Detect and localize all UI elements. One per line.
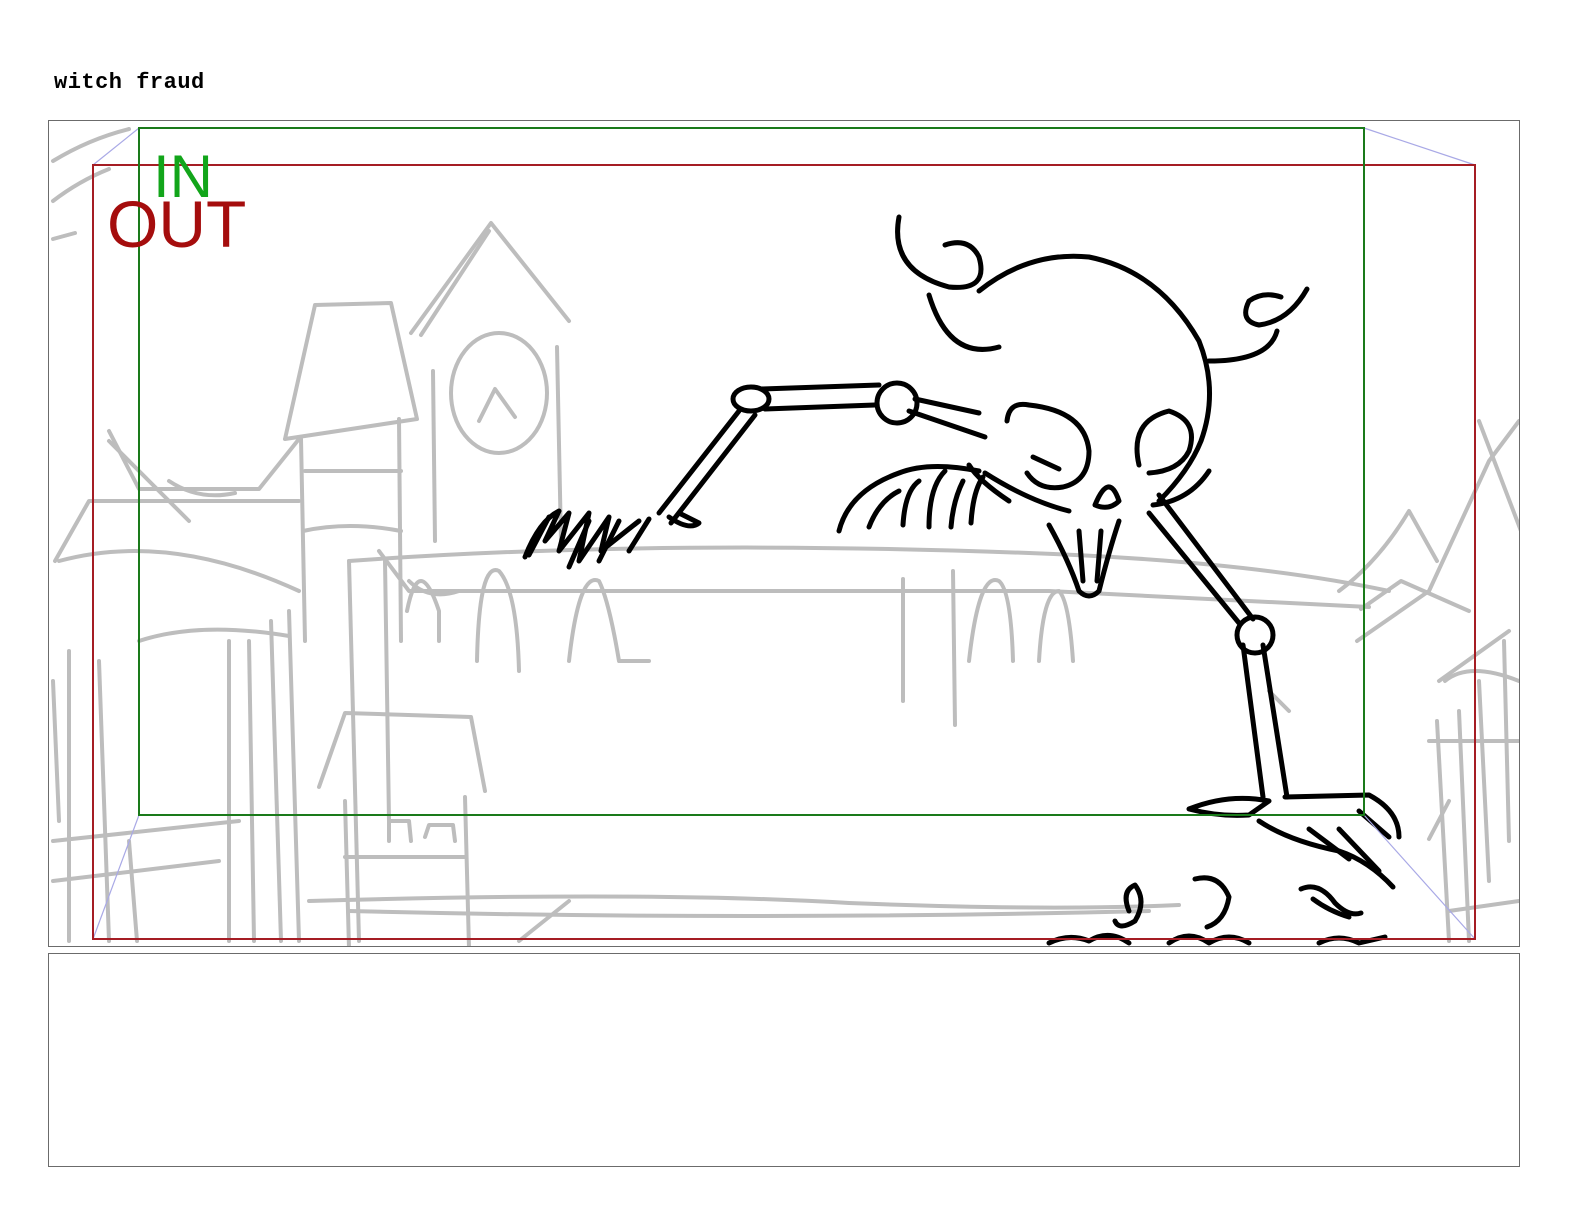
panel-drawing [51,127,1519,946]
camera-move-guides [92,127,1476,940]
storyboard-panel: IN OUT [48,120,1520,947]
out-frame [92,164,1476,940]
skeleton-creature-ink [522,214,1402,946]
out-label: OUT [107,187,247,261]
background-town-sketch [51,127,1519,946]
scene-title: witch fraud [54,70,205,95]
panel-notes-box[interactable] [48,953,1520,1167]
